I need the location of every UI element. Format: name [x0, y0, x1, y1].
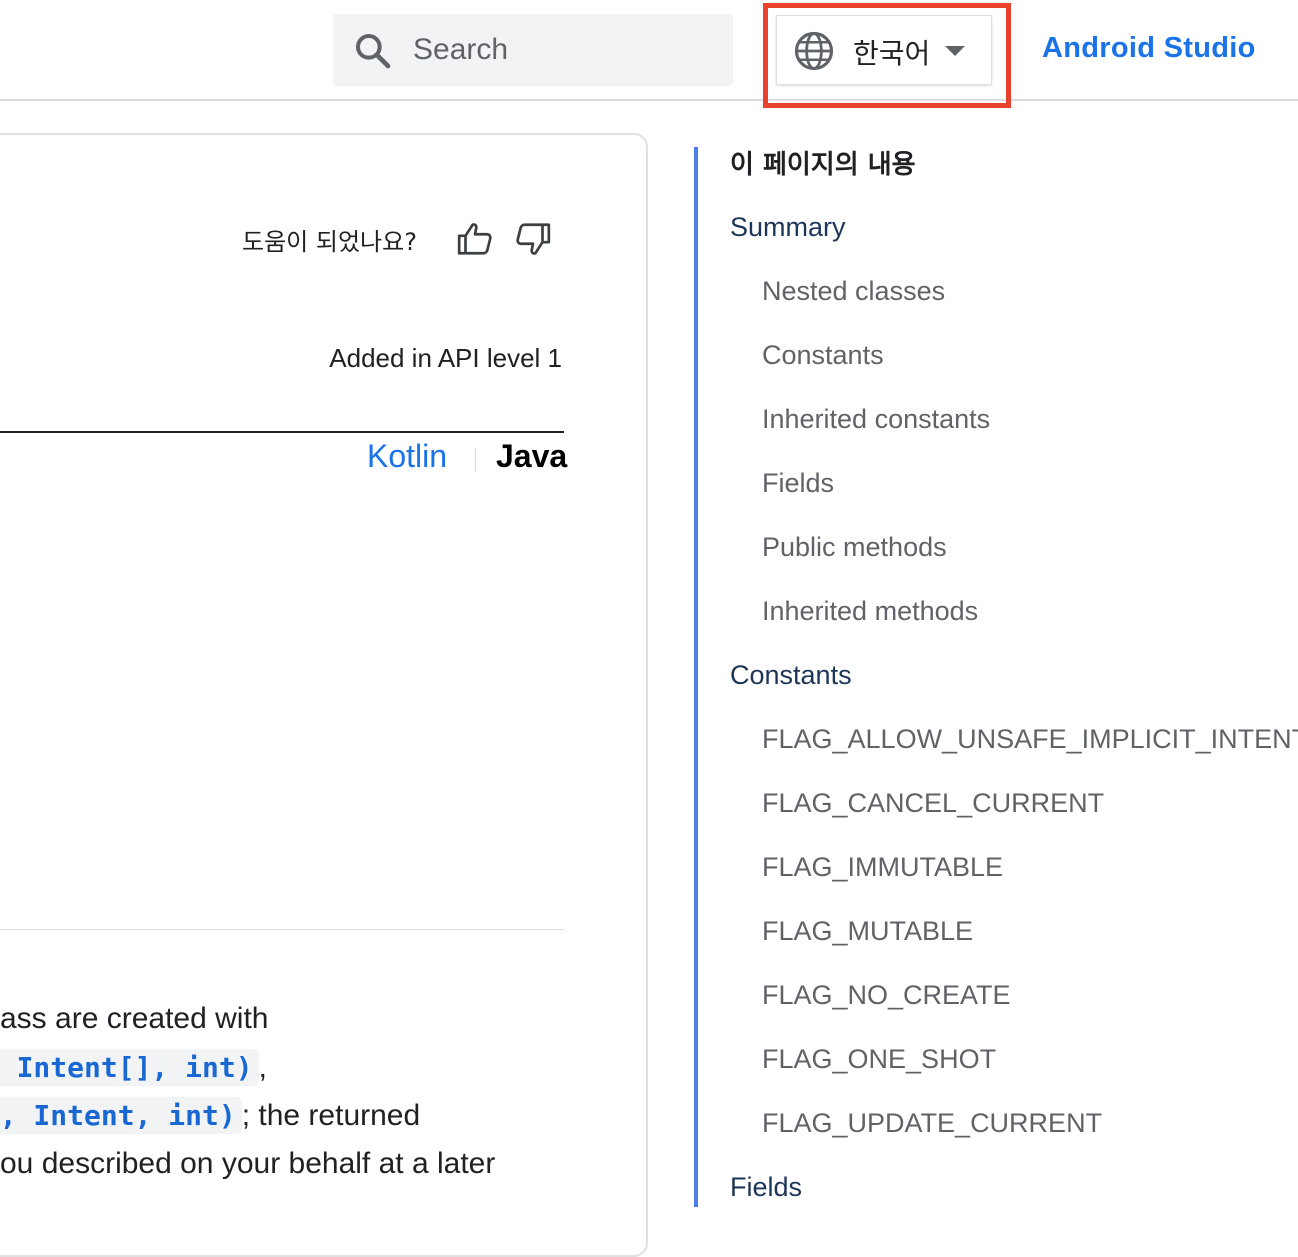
toc-item[interactable]: Fields: [762, 468, 834, 499]
highlight-box: [763, 3, 1011, 108]
top-header: Search 한국어 Android Studio: [0, 0, 1298, 108]
code-link[interactable]: nt, Intent, int): [0, 1097, 242, 1134]
description-line: ou described on your behalf at a later: [0, 1147, 496, 1180]
search-icon: [356, 34, 391, 69]
toc-item[interactable]: FLAG_ALLOW_UNSAFE_IMPLICIT_INTENT: [762, 724, 1298, 755]
toc-item[interactable]: Constants: [730, 660, 852, 691]
toc-item[interactable]: FLAG_CANCEL_CURRENT: [762, 788, 1104, 819]
toc-title: 이 페이지의 내용: [730, 150, 916, 180]
toc-item[interactable]: FLAG_MUTABLE: [762, 916, 973, 947]
code-link[interactable]: t, Intent[], int): [0, 1049, 259, 1086]
tab-separator: [475, 448, 476, 472]
thumbs-up-icon[interactable]: [456, 220, 494, 258]
toc-item[interactable]: Summary: [730, 212, 846, 243]
toc-item[interactable]: Inherited methods: [762, 596, 978, 627]
toc-item[interactable]: FLAG_IMMUTABLE: [762, 852, 1003, 883]
toc-item[interactable]: Nested classes: [762, 276, 945, 307]
thumbs-down-icon[interactable]: [514, 220, 552, 258]
toc-item[interactable]: Public methods: [762, 532, 947, 563]
api-level-label: Added in API level 1: [329, 343, 562, 373]
tab-kotlin[interactable]: Kotlin: [367, 438, 447, 475]
android-studio-link[interactable]: Android Studio: [1042, 32, 1256, 65]
content-card: [0, 133, 648, 1257]
divider: [0, 431, 564, 433]
helpful-question: 도움이 되었나요?: [242, 228, 417, 256]
toc-rail: [694, 147, 698, 1207]
toc-item[interactable]: Fields: [730, 1172, 802, 1203]
description-line: t, Intent[], int),: [0, 1049, 267, 1086]
divider: [0, 929, 564, 930]
toc-item[interactable]: Inherited constants: [762, 404, 990, 435]
toc-item[interactable]: FLAG_ONE_SHOT: [762, 1044, 996, 1075]
description-line: ass are created with: [0, 1002, 269, 1035]
search-placeholder: Search: [413, 33, 509, 66]
description-line: nt, Intent, int); the returned: [0, 1097, 420, 1134]
search-box[interactable]: Search: [333, 14, 733, 86]
toc-item[interactable]: FLAG_NO_CREATE: [762, 980, 1011, 1011]
toc-item[interactable]: Constants: [762, 340, 884, 371]
tab-java[interactable]: Java: [496, 438, 567, 475]
toc-item[interactable]: FLAG_UPDATE_CURRENT: [762, 1108, 1102, 1139]
